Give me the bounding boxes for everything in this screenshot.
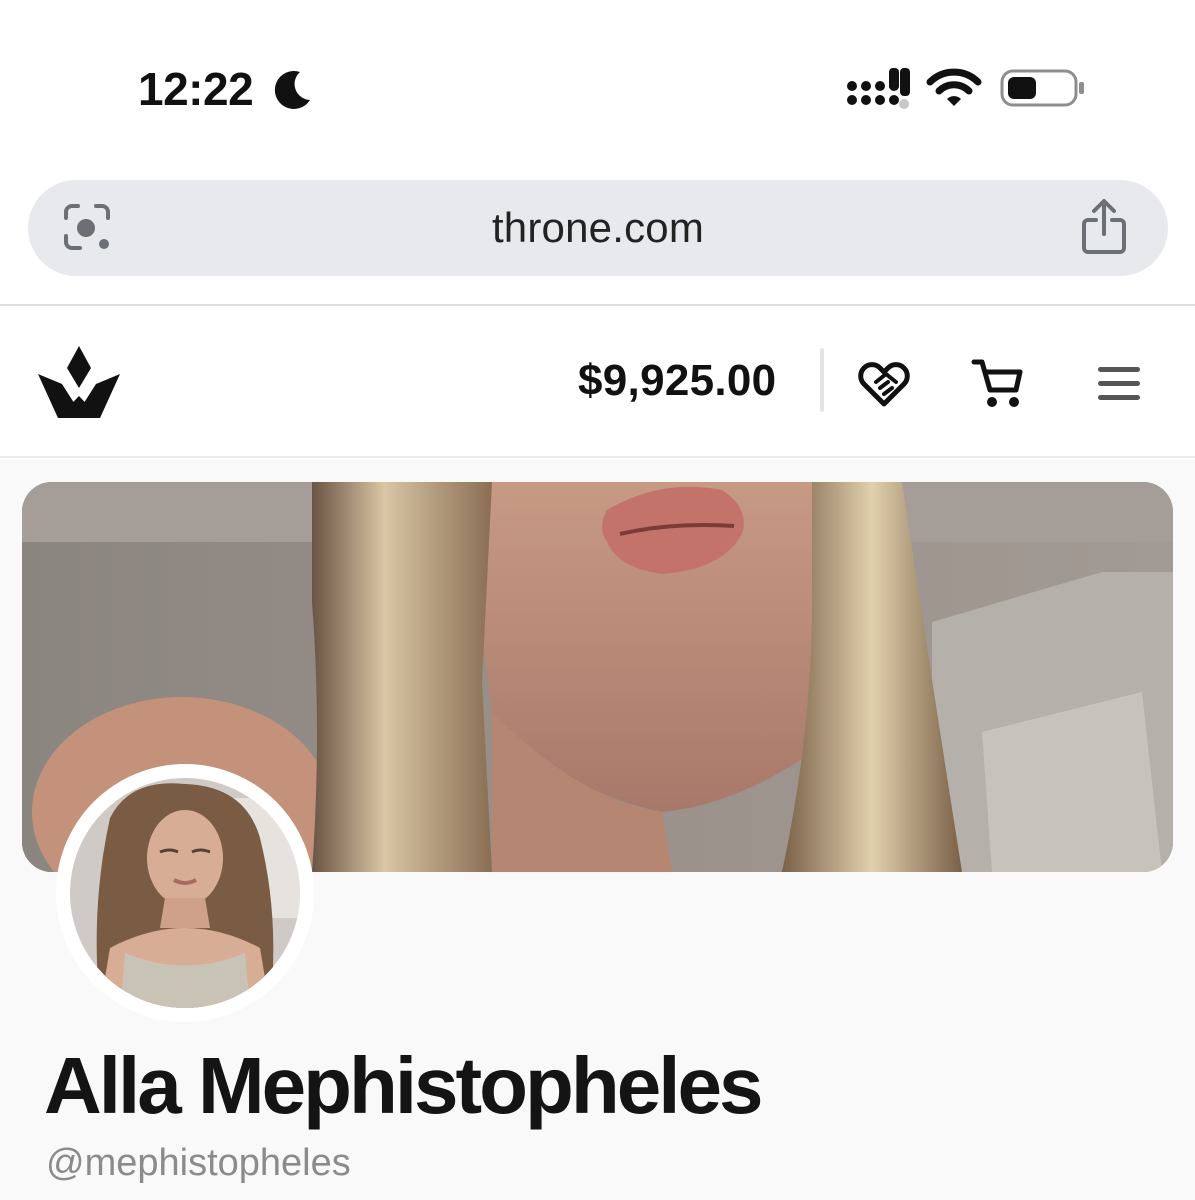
address-bar[interactable]: throne.com [28, 180, 1168, 276]
battery-icon [1000, 69, 1084, 107]
throne-crown-logo[interactable] [36, 344, 122, 420]
cart-icon[interactable] [970, 356, 1026, 410]
status-bar: 12:22 [0, 0, 1195, 170]
cellular-signal-icon [847, 68, 910, 109]
moon-icon [274, 70, 310, 109]
status-time: 12:22 [138, 63, 254, 115]
site-header: $9,925.00 [0, 306, 1195, 458]
profile-username: @mephistopheles [46, 1142, 351, 1184]
header-separator [820, 348, 824, 412]
share-icon[interactable] [1080, 198, 1128, 256]
url-text[interactable]: throne.com [28, 204, 1168, 252]
menu-icon[interactable] [1096, 364, 1142, 404]
profile-name: Alla Mephistopheles [44, 1041, 763, 1130]
wifi-icon [926, 68, 982, 106]
avatar[interactable] [56, 764, 314, 1022]
avatar-photo [70, 778, 300, 1008]
wallet-balance[interactable]: $9,925.00 [578, 356, 776, 406]
heart-handshake-icon[interactable] [856, 356, 912, 408]
